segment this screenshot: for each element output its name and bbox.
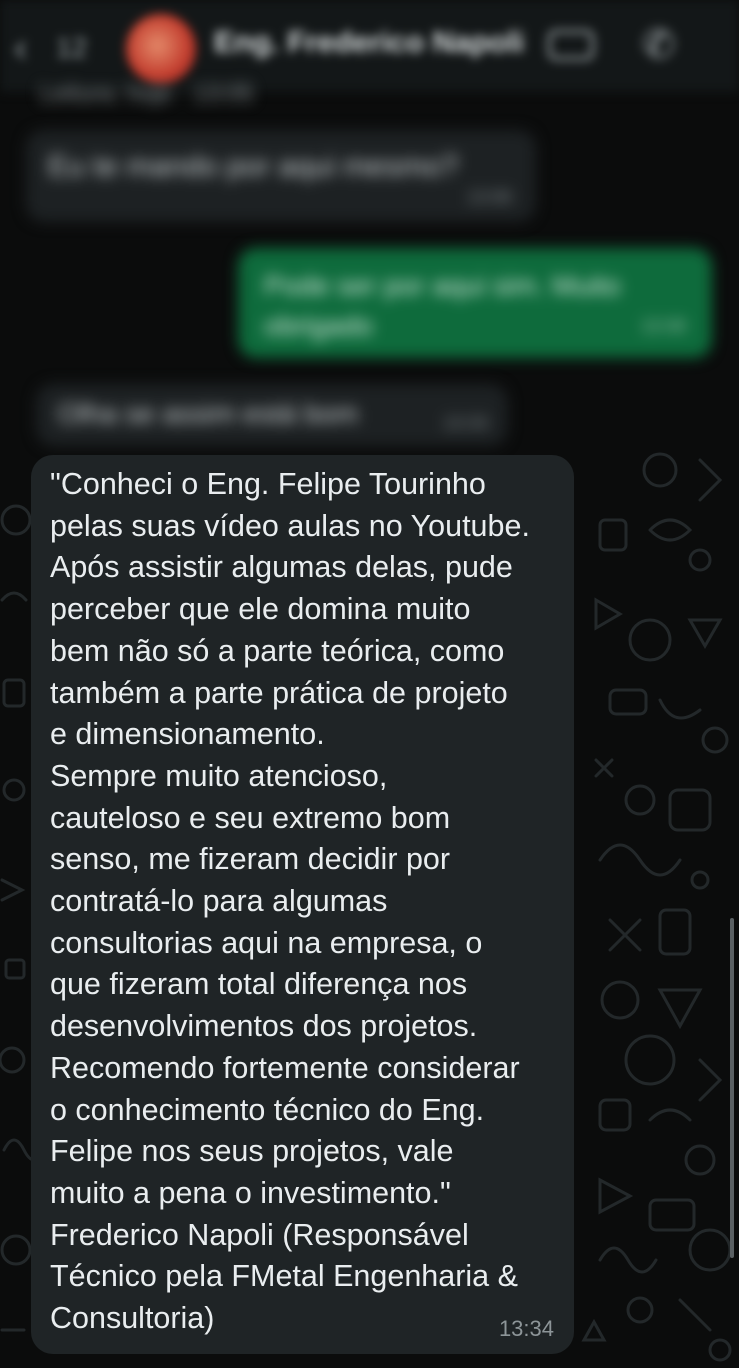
- message-time: 13:33: [442, 413, 488, 433]
- message-time: 13:34: [498, 1316, 554, 1341]
- video-camera-icon[interactable]: [548, 30, 594, 60]
- message-text: "Conheci o Eng. Felipe Tourinho pelas su…: [50, 467, 530, 1336]
- blurred-incoming-message[interactable]: Olha se assim está bom 13:33: [36, 384, 508, 446]
- unread-count: 12: [56, 32, 88, 63]
- chat-header: ‹ 12 Eng. Frederico Napoli ✆: [0, 0, 739, 92]
- message-text: Olha se assim está bom: [58, 398, 359, 429]
- blurred-outgoing-message[interactable]: Pode ser por aqui sim. Muito obrigado 13…: [238, 248, 712, 358]
- message-text: Eu te mando por aqui mesmo?: [48, 150, 459, 183]
- contact-avatar[interactable]: [126, 14, 196, 84]
- chevron-left-icon[interactable]: ‹: [14, 28, 27, 68]
- scrollbar[interactable]: [730, 918, 734, 1258]
- incoming-message-bubble[interactable]: "Conheci o Eng. Felipe Tourinho pelas su…: [31, 455, 574, 1354]
- message-time: 13:06: [466, 187, 512, 207]
- contact-name[interactable]: Eng. Frederico Napoli: [214, 26, 524, 60]
- message-text: Pode ser por aqui sim. Muito obrigado: [264, 270, 621, 341]
- blurred-meta-line: Leitura: hoje · 13:05: [40, 80, 254, 107]
- message-time: 13:30: [640, 316, 686, 336]
- phone-icon[interactable]: ✆: [642, 22, 676, 68]
- blurred-incoming-message[interactable]: Eu te mando por aqui mesmo? 13:06: [26, 130, 536, 222]
